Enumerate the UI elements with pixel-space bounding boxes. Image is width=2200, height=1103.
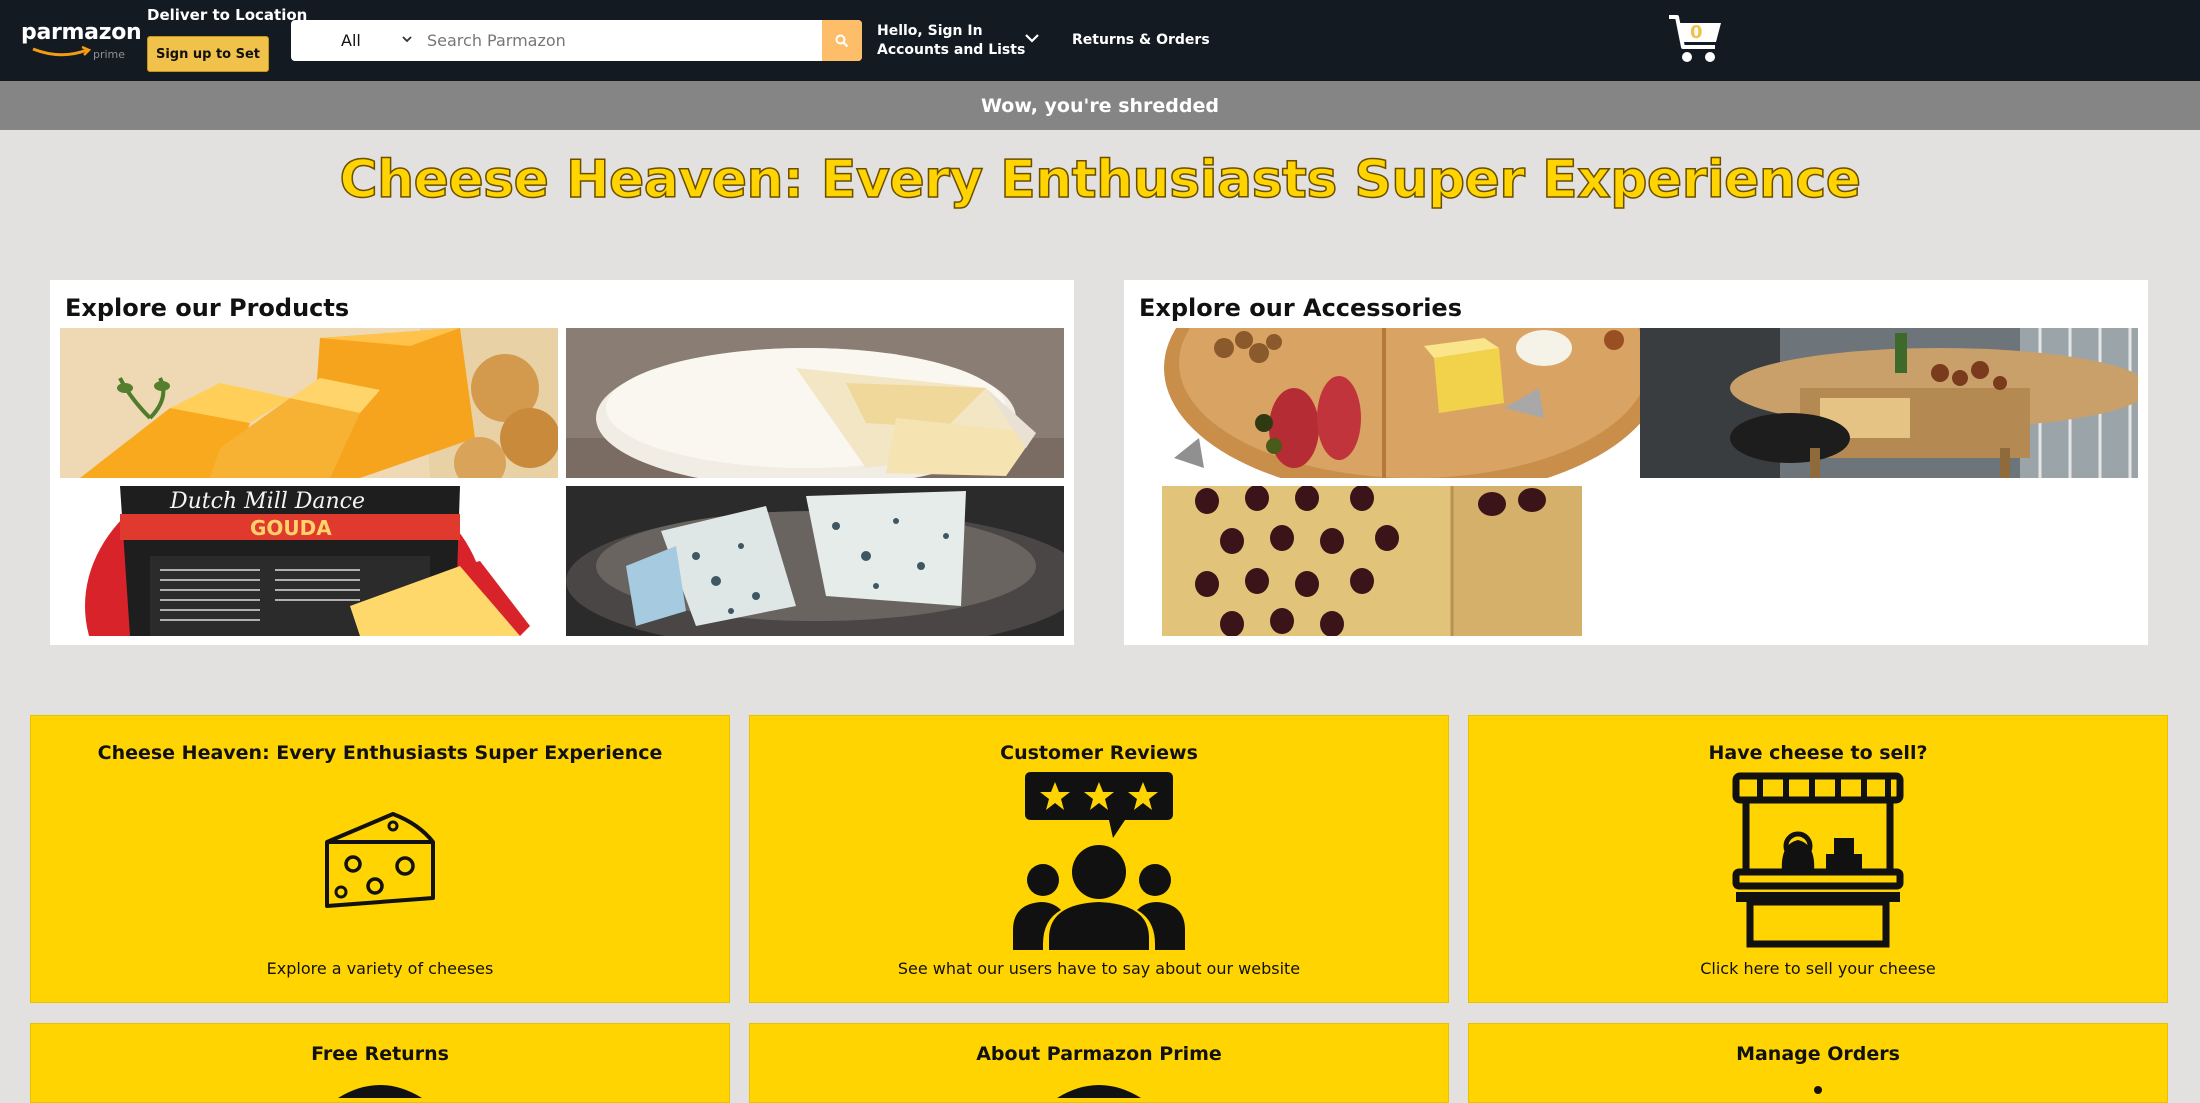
gouda-type-label: GOUDA: [250, 516, 332, 540]
feature-card-sell-cheese[interactable]: Have cheese to sell? Click here to sell …: [1468, 715, 2168, 1003]
parmazon-logo[interactable]: parmazon prime: [21, 20, 142, 61]
explore-accessories-card: Explore our Accessories: [1124, 280, 2148, 645]
product-tile-blue-cheese[interactable]: [566, 486, 1064, 636]
search-input[interactable]: [421, 20, 822, 61]
account-menu[interactable]: Hello, Sign In Accounts and Lists: [877, 22, 1025, 60]
explore-accessories-title: Explore our Accessories: [1139, 294, 1462, 322]
deliver-to-location: Deliver to Location Sign up to Set: [147, 6, 308, 72]
feature-desc: Explore a variety of cheeses: [266, 959, 494, 978]
search-category-label: All: [341, 31, 361, 50]
search-icon: [835, 34, 849, 47]
feature-title: Cheese Heaven: Every Enthusiasts Super E…: [97, 742, 663, 764]
feature-title: About Parmazon Prime: [976, 1043, 1222, 1065]
feature-card-about-prime[interactable]: About Parmazon Prime: [749, 1023, 1449, 1103]
chevron-down-icon[interactable]: [1024, 32, 1040, 44]
reviews-icon: [1013, 772, 1185, 950]
page-title: Cheese Heaven: Every Enthusiasts Super E…: [339, 149, 1862, 211]
search-bar: All: [291, 20, 862, 61]
orders-icon: [1814, 1086, 1822, 1094]
returns-icon: [338, 1085, 422, 1098]
account-greeting: Hello, Sign In: [877, 23, 983, 39]
feature-card-manage-orders[interactable]: Manage Orders: [1468, 1023, 2168, 1103]
accessory-tile-cheese-grater[interactable]: [1162, 486, 1596, 636]
feature-desc: See what our users have to say about our…: [897, 959, 1301, 978]
logo-sub: prime: [93, 48, 126, 61]
feature-title: Have cheese to sell?: [1708, 742, 1928, 764]
cheese-icon: [325, 812, 435, 908]
feature-title: Customer Reviews: [1000, 742, 1198, 764]
search-category-select[interactable]: All: [291, 20, 421, 61]
product-tile-brie[interactable]: [566, 328, 1064, 478]
prime-icon: [1057, 1085, 1141, 1098]
feature-desc: Click here to sell your cheese: [1700, 959, 1936, 978]
returns-orders-link[interactable]: Returns & Orders: [1072, 32, 1210, 48]
feature-title: Manage Orders: [1736, 1043, 1900, 1065]
market-stall-icon: [1732, 772, 1904, 948]
explore-products-card: Explore our Products Dutch Mill Dance GO…: [50, 280, 1074, 645]
accessory-tile-cheese-board[interactable]: [1164, 328, 1656, 478]
feature-card-free-returns[interactable]: Free Returns: [30, 1023, 730, 1103]
gouda-brand-label: Dutch Mill Dance: [169, 489, 365, 514]
explore-products-title: Explore our Products: [65, 294, 350, 322]
deliver-label: Deliver to Location: [147, 6, 308, 24]
chevron-down-icon: [402, 36, 412, 43]
product-tile-cheddar[interactable]: [60, 328, 558, 478]
product-tile-gouda[interactable]: Dutch Mill Dance GOUDA: [60, 486, 558, 636]
accessory-tile-serving-tray[interactable]: [1640, 328, 2138, 478]
account-lists-label: Accounts and Lists: [877, 42, 1026, 58]
search-button[interactable]: [822, 20, 862, 61]
feature-card-explore-cheeses[interactable]: Cheese Heaven: Every Enthusiasts Super E…: [30, 715, 730, 1003]
logo-smile-icon: [32, 46, 92, 57]
feature-title: Free Returns: [311, 1043, 449, 1065]
sign-up-to-set-button[interactable]: Sign up to Set: [147, 36, 269, 72]
promo-banner: Wow, you're shredded: [0, 81, 2200, 130]
feature-card-customer-reviews[interactable]: Customer Reviews See what our users have…: [749, 715, 1449, 1003]
cart-count: 0: [1690, 22, 1703, 43]
top-navigation-bar: parmazon prime Deliver to Location Sign …: [0, 0, 2200, 81]
logo-name: parmazon: [21, 20, 142, 45]
